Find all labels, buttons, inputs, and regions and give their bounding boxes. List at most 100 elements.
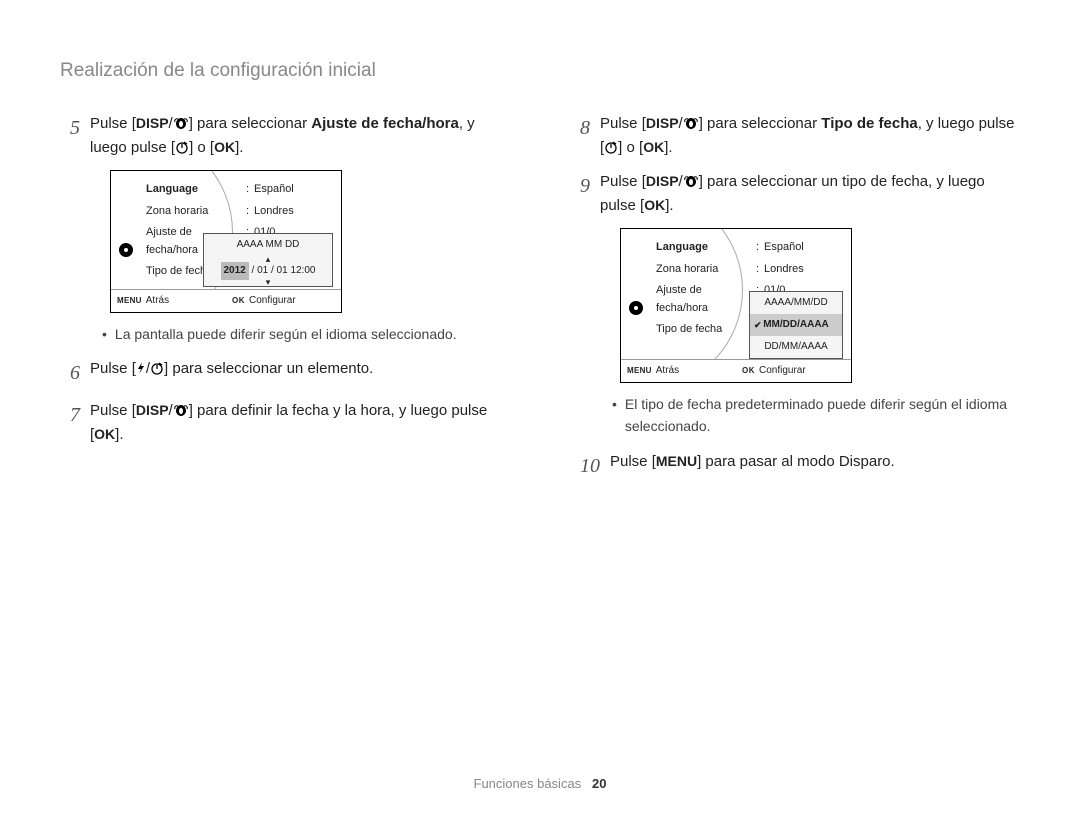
step-number: 9 xyxy=(570,170,600,218)
lcd-body: Language : Español Zona horaria : Londre… xyxy=(111,171,341,289)
text: ] para seleccionar xyxy=(699,115,822,132)
back-text: Atrás xyxy=(656,363,679,379)
note-text: El tipo de fecha predeterminado puede di… xyxy=(625,393,1020,438)
menu-row-timezone: Zona horaria : Londres xyxy=(111,201,341,223)
macro-icon xyxy=(683,116,699,130)
step-number: 8 xyxy=(570,112,600,160)
step-7: 7 Pulse [DISP/] para definir la fecha y … xyxy=(60,399,510,447)
page-number: 20 xyxy=(592,776,606,791)
chevron-up-icon: ▴ xyxy=(266,255,271,264)
popup-header: AAAA MM DD xyxy=(237,239,300,250)
menu-row-language: Language : Español xyxy=(111,179,341,201)
text: Pulse [ xyxy=(90,115,136,132)
option-text: DD/MM/AAAA xyxy=(764,341,827,352)
macro-icon xyxy=(173,116,189,130)
disp-icon: DISP xyxy=(646,115,679,131)
menu-label-icon: MENU xyxy=(117,295,142,308)
popup-value-row: ▴ 2012 / 01 / 01 12:00 ▾ xyxy=(204,256,332,286)
datetype-options-popup: AAAA/MM/DD ✔ MM/DD/AAAA DD/MM/AAAA xyxy=(749,291,843,359)
option-1: AAAA/MM/DD xyxy=(750,292,842,314)
ok-label-icon: OK xyxy=(742,365,755,378)
colon: : xyxy=(756,239,764,257)
macro-icon xyxy=(683,174,699,188)
disp-icon: DISP xyxy=(136,115,169,131)
text: ] para seleccionar xyxy=(189,115,312,132)
popup-header-row: AAAA MM DD xyxy=(204,234,332,256)
step-number: 6 xyxy=(60,357,90,389)
text: Pulse [ xyxy=(600,173,646,190)
step-8: 8 Pulse [DISP/] para seleccionar Tipo de… xyxy=(570,112,1020,160)
text: Pulse [ xyxy=(610,453,656,470)
left-column: 5 Pulse [DISP/] para seleccionar Ajuste … xyxy=(60,112,510,492)
lcd-body: Language : Español Zona horaria : Londre… xyxy=(621,229,851,359)
text: Pulse [ xyxy=(90,360,136,377)
lcd-footer: MENU Atrás OK Configurar xyxy=(621,359,851,382)
footer-set: OK Configurar xyxy=(736,360,851,382)
option-3: DD/MM/AAAA xyxy=(750,336,842,358)
step-number: 5 xyxy=(60,112,90,160)
gear-icon xyxy=(119,243,133,257)
step-number: 7 xyxy=(60,399,90,447)
text: ] para pasar al modo Disparo. xyxy=(697,453,895,470)
back-text: Atrás xyxy=(146,293,169,309)
check-icon: ✔ xyxy=(754,318,762,332)
menu-value: Londres xyxy=(254,203,341,221)
two-column-layout: 5 Pulse [DISP/] para seleccionar Ajuste … xyxy=(60,112,1020,492)
note-bullet: El tipo de fecha predeterminado puede di… xyxy=(612,393,1020,438)
flash-icon xyxy=(136,361,146,375)
menu-label: Language xyxy=(656,239,756,257)
set-text: Configurar xyxy=(759,363,806,379)
menu-row-language: Language : Español xyxy=(621,237,851,259)
step-body: Pulse [MENU] para pasar al modo Disparo. xyxy=(610,450,1020,482)
set-text: Configurar xyxy=(249,293,296,309)
menu-label: Ajuste de fecha/hora xyxy=(656,282,756,317)
text: ]. xyxy=(665,197,673,214)
step-number: 10 xyxy=(570,450,610,482)
note-bullet: La pantalla puede diferir según el idiom… xyxy=(102,323,510,345)
footer-set: OK Configurar xyxy=(226,290,341,312)
footer-back: MENU Atrás xyxy=(621,360,736,382)
menu-label: Zona horaria xyxy=(656,261,756,279)
menu-label: Zona horaria xyxy=(146,203,246,221)
ok-label-icon: OK xyxy=(232,295,245,308)
step-body: Pulse [DISP/] para definir la fecha y la… xyxy=(90,399,510,447)
step-6: 6 Pulse [/] para seleccionar un elemento… xyxy=(60,357,510,389)
menu-label-icon: MENU xyxy=(627,365,652,378)
step-body: Pulse [/] para seleccionar un elemento. xyxy=(90,357,510,389)
colon: : xyxy=(756,261,764,279)
bold-text: Tipo de fecha xyxy=(821,115,917,132)
text: ] o [ xyxy=(189,139,214,156)
colon: : xyxy=(246,181,254,199)
step-body: Pulse [DISP/] para seleccionar Ajuste de… xyxy=(90,112,510,160)
macro-icon xyxy=(173,403,189,417)
disp-icon: DISP xyxy=(136,402,169,418)
datetime-editor-popup: AAAA MM DD ▴ 2012 / 01 / 01 12:00 ▾ xyxy=(203,233,333,287)
step-5: 5 Pulse [DISP/] para seleccionar Ajuste … xyxy=(60,112,510,160)
text: ] para seleccionar un elemento. xyxy=(164,360,373,377)
step-10: 10 Pulse [MENU] para pasar al modo Dispa… xyxy=(570,450,1020,482)
text: Pulse [ xyxy=(90,402,136,419)
ok-icon: OK xyxy=(643,139,664,155)
page-title: Realización de la configuración inicial xyxy=(60,60,1020,82)
text: Pulse [ xyxy=(600,115,646,132)
right-column: 8 Pulse [DISP/] para seleccionar Tipo de… xyxy=(570,112,1020,492)
option-text: MM/DD/AAAA xyxy=(763,319,829,330)
menu-row-timezone: Zona horaria : Londres xyxy=(621,259,851,281)
menu-value: Español xyxy=(764,239,851,257)
camera-lcd-datetime: Language : Español Zona horaria : Londre… xyxy=(110,170,342,313)
menu-label: Language xyxy=(146,181,246,199)
ok-icon: OK xyxy=(214,139,235,155)
page-footer: Funciones básicas 20 xyxy=(0,776,1080,791)
menu-icon: MENU xyxy=(656,453,697,469)
disp-icon: DISP xyxy=(646,173,679,189)
camera-lcd-datetype: Language : Español Zona horaria : Londre… xyxy=(620,228,852,383)
timer-icon xyxy=(150,361,164,375)
footer-back: MENU Atrás xyxy=(111,290,226,312)
option-2-selected: ✔ MM/DD/AAAA xyxy=(750,314,842,336)
ok-icon: OK xyxy=(644,197,665,213)
colon: : xyxy=(246,203,254,221)
text: ]. xyxy=(664,139,672,156)
year-field-selected: 2012 xyxy=(221,262,249,280)
lcd-footer: MENU Atrás OK Configurar xyxy=(111,289,341,312)
step-9: 9 Pulse [DISP/] para seleccionar un tipo… xyxy=(570,170,1020,218)
